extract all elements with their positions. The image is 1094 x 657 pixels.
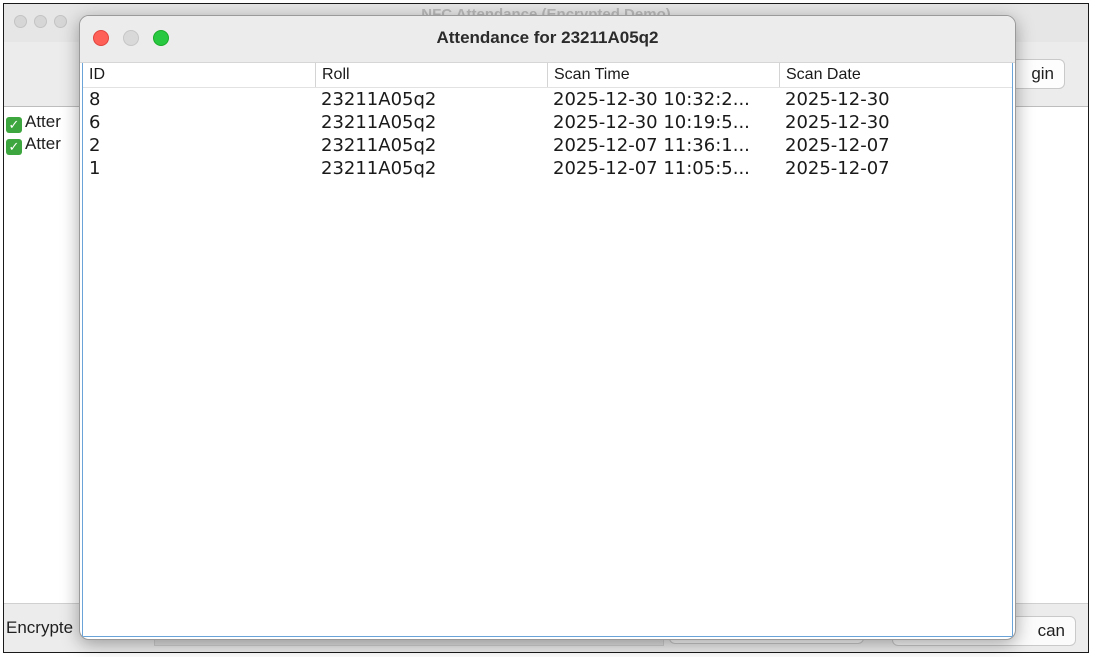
column-header-roll[interactable]: Roll (315, 63, 547, 87)
list-item-label: Atter (25, 112, 61, 131)
column-header-scan-time[interactable]: Scan Time (547, 63, 779, 87)
dialog-title: Attendance for 23211A05q2 (436, 28, 659, 47)
cell-scan-date: 2025-12-30 (785, 112, 890, 133)
cell-id: 6 (89, 112, 101, 133)
status-label: Encrypte (6, 618, 74, 637)
attendance-dialog: Attendance for 23211A05q2 ID Roll Scan T… (79, 15, 1016, 640)
cell-scan-time: 2025-12-07 11:05:5... (553, 158, 750, 179)
check-icon: ✓ (6, 117, 22, 133)
cell-scan-date: 2025-12-07 (785, 158, 890, 179)
cell-roll: 23211A05q2 (321, 158, 437, 179)
list-item[interactable]: ✓ Atter (6, 134, 61, 155)
cell-scan-time: 2025-12-07 11:36:1... (553, 135, 750, 156)
column-header-scan-date[interactable]: Scan Date (779, 63, 1014, 87)
cell-roll: 23211A05q2 (321, 89, 437, 110)
table-row[interactable]: 1 23211A05q2 2025-12-07 11:05:5... 2025-… (83, 157, 1012, 180)
attendance-table: ID Roll Scan Time Scan Date 8 23211A05q2… (82, 63, 1013, 637)
table-header: ID Roll Scan Time Scan Date (83, 63, 1012, 88)
cell-scan-time: 2025-12-30 10:32:2... (553, 89, 750, 110)
list-item[interactable]: ✓ Atter (6, 112, 61, 133)
cell-id: 1 (89, 158, 101, 179)
cell-scan-date: 2025-12-07 (785, 135, 890, 156)
cell-roll: 23211A05q2 (321, 112, 437, 133)
cell-scan-date: 2025-12-30 (785, 89, 890, 110)
cell-scan-time: 2025-12-30 10:19:5... (553, 112, 750, 133)
dialog-titlebar: Attendance for 23211A05q2 (80, 16, 1015, 63)
table-row[interactable]: 8 23211A05q2 2025-12-30 10:32:2... 2025-… (83, 88, 1012, 111)
table-row[interactable]: 6 23211A05q2 2025-12-30 10:19:5... 2025-… (83, 111, 1012, 134)
cell-id: 8 (89, 89, 101, 110)
table-row[interactable]: 2 23211A05q2 2025-12-07 11:36:1... 2025-… (83, 134, 1012, 157)
check-icon: ✓ (6, 139, 22, 155)
cell-roll: 23211A05q2 (321, 135, 437, 156)
cell-id: 2 (89, 135, 101, 156)
list-item-label: Atter (25, 134, 61, 153)
column-header-id[interactable]: ID (83, 63, 315, 87)
